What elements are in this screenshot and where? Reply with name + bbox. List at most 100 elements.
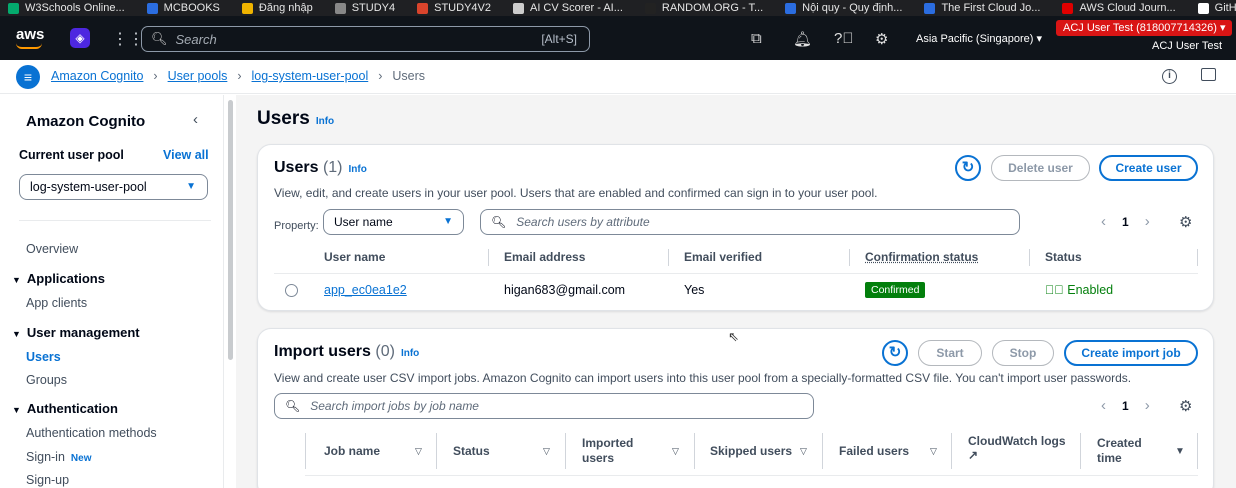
col-header-failed-users[interactable]: Failed users	[839, 444, 909, 458]
sidebar-section-user-management[interactable]: ▼ User management	[12, 325, 140, 340]
users-search-input[interactable]: 🔍︎ Search users by attribute	[480, 209, 1020, 235]
column-divider[interactable]	[822, 433, 823, 469]
sidebar-item-groups[interactable]: Groups	[26, 373, 67, 387]
column-divider[interactable]	[1080, 433, 1081, 469]
import-users-container: Import users (0) Info View and create use…	[257, 328, 1214, 488]
bookmark-item[interactable]: STUDY4V2	[417, 2, 491, 14]
next-page-icon[interactable]: ›	[1145, 397, 1150, 414]
column-divider[interactable]	[1029, 249, 1030, 266]
table-preferences-gear-icon[interactable]: ⚙	[1179, 213, 1192, 231]
sidebar-item-sign-in[interactable]: Sign-in New	[26, 450, 91, 464]
bookmark-item[interactable]: W3Schools Online...	[8, 2, 125, 14]
sort-descending-icon[interactable]: ▼	[1175, 446, 1185, 457]
column-divider[interactable]	[1197, 249, 1198, 266]
global-search-input[interactable]: 🔍︎ Search [Alt+S]	[141, 26, 590, 52]
col-header-email[interactable]: Email address	[504, 250, 585, 264]
breadcrumb-pool[interactable]: log-system-user-pool	[252, 69, 369, 83]
sidebar-section-applications[interactable]: ▼ Applications	[12, 271, 105, 286]
col-header-user-name[interactable]: User name	[324, 250, 385, 264]
prev-page-icon[interactable]: ‹	[1101, 397, 1106, 414]
bookmark-item[interactable]: Nội quy - Quy định...	[785, 2, 902, 14]
view-all-link[interactable]: View all	[163, 148, 209, 162]
bookmark-favicon-icon	[785, 2, 797, 14]
bookmark-item[interactable]: RANDOM.ORG - T...	[644, 2, 763, 14]
page-title: Users Info	[257, 108, 334, 130]
col-header-created-time[interactable]: Created time	[1097, 436, 1157, 466]
settings-gear-icon[interactable]: ⚙	[875, 30, 888, 48]
col-header-imported-users[interactable]: Imported users	[582, 436, 652, 466]
column-divider[interactable]	[668, 249, 669, 266]
col-header-status[interactable]: Status	[453, 444, 490, 458]
column-divider[interactable]	[488, 249, 489, 266]
page-number[interactable]: 1	[1122, 215, 1129, 229]
sidebar-section-authentication[interactable]: ▼ Authentication	[12, 401, 118, 416]
col-header-status[interactable]: Status	[1045, 250, 1082, 264]
import-preferences-gear-icon[interactable]: ⚙	[1179, 397, 1192, 415]
column-divider[interactable]	[436, 433, 437, 469]
row-select-radio[interactable]	[285, 284, 298, 297]
sort-icon[interactable]: ▽	[415, 446, 422, 457]
breadcrumb-amazon-cognito[interactable]: Amazon Cognito	[51, 69, 143, 83]
user-name-link[interactable]: app_ec0ea1e2	[324, 283, 407, 297]
stop-import-button[interactable]: Stop	[992, 340, 1054, 366]
account-menu-badge[interactable]: ACJ User Test (818007714326) ▾	[1056, 20, 1233, 36]
col-header-skipped-users[interactable]: Skipped users	[710, 444, 792, 458]
property-select[interactable]: User name ▼	[323, 209, 464, 235]
page-info-link[interactable]: Info	[316, 116, 334, 127]
bookmark-label: Nội quy - Quy định...	[802, 2, 903, 14]
help-icon[interactable]: ?⃝	[834, 30, 854, 47]
column-divider[interactable]	[694, 433, 695, 469]
column-divider[interactable]	[951, 433, 952, 469]
delete-user-button[interactable]: Delete user	[991, 155, 1090, 181]
col-header-confirmation-status[interactable]: Confirmation status	[865, 250, 978, 264]
bookmark-item[interactable]: The First Cloud Jo...	[924, 2, 1040, 14]
feedback-icon[interactable]	[1201, 68, 1216, 81]
sort-icon[interactable]: ▽	[800, 446, 807, 457]
bookmark-item[interactable]: AWS Cloud Journ...	[1062, 2, 1176, 14]
bookmark-label: Đăng nhập	[258, 2, 313, 14]
create-user-button[interactable]: Create user	[1099, 155, 1198, 181]
sidebar-scrollbar[interactable]	[228, 100, 233, 360]
sort-icon[interactable]: ▽	[543, 446, 550, 457]
sidebar-item-users[interactable]: Users	[26, 350, 61, 364]
sidebar-item-overview[interactable]: Overview	[26, 242, 78, 256]
sidebar-item-sign-up[interactable]: Sign-up	[26, 473, 69, 487]
column-divider[interactable]	[565, 433, 566, 469]
import-jobs-search-input[interactable]: 🔍︎ Search import jobs by job name	[274, 393, 814, 419]
next-page-icon[interactable]: ›	[1145, 213, 1150, 230]
info-panel-icon[interactable]: i	[1162, 69, 1177, 84]
col-header-job-name[interactable]: Job name	[324, 444, 380, 458]
chevron-right-icon: ›	[153, 69, 158, 83]
bookmark-item[interactable]: AI CV Scorer - AI...	[512, 2, 623, 14]
sidebar-item-authentication-methods[interactable]: Authentication methods	[26, 426, 157, 440]
amazon-q-icon[interactable]: ◈	[70, 28, 90, 48]
region-selector[interactable]: Asia Pacific (Singapore) ▾	[916, 32, 1042, 45]
users-info-link[interactable]: Info	[349, 164, 367, 175]
bookmark-item[interactable]: MCBOOKS	[146, 2, 220, 14]
create-import-job-button[interactable]: Create import job	[1064, 340, 1198, 366]
bookmark-item[interactable]: STUDY4	[334, 2, 395, 14]
aws-logo[interactable]: aws	[16, 26, 44, 49]
prev-page-icon[interactable]: ‹	[1101, 213, 1106, 230]
sort-icon[interactable]: ▽	[672, 446, 679, 457]
column-divider[interactable]	[1197, 433, 1198, 469]
col-header-cloudwatch-logs[interactable]: CloudWatch logs ↗	[968, 434, 1068, 462]
bookmark-item[interactable]: GitHub FCAJ	[1197, 2, 1236, 14]
breadcrumb-user-pools[interactable]: User pools	[168, 69, 228, 83]
collapse-sidebar-icon[interactable]: ‹	[193, 111, 198, 128]
user-pool-select[interactable]: log-system-user-pool ▼	[19, 174, 208, 200]
refresh-users-button[interactable]: ↻	[955, 155, 981, 181]
start-import-button[interactable]: Start	[918, 340, 982, 366]
notifications-bell-icon[interactable]: 🔔︎	[793, 30, 812, 48]
hamburger-menu-icon[interactable]: ≡	[16, 65, 40, 89]
sort-icon[interactable]: ▽	[930, 446, 937, 457]
cloudshell-icon[interactable]: ⧉	[751, 30, 762, 47]
import-info-link[interactable]: Info	[401, 348, 419, 359]
page-number[interactable]: 1	[1122, 399, 1129, 413]
import-count: (0)	[375, 343, 395, 360]
refresh-import-jobs-button[interactable]: ↻	[882, 340, 908, 366]
bookmark-item[interactable]: Đăng nhập	[241, 2, 313, 14]
sidebar-item-app-clients[interactable]: App clients	[26, 296, 87, 310]
column-divider[interactable]	[849, 249, 850, 266]
col-header-email-verified[interactable]: Email verified	[684, 250, 762, 264]
